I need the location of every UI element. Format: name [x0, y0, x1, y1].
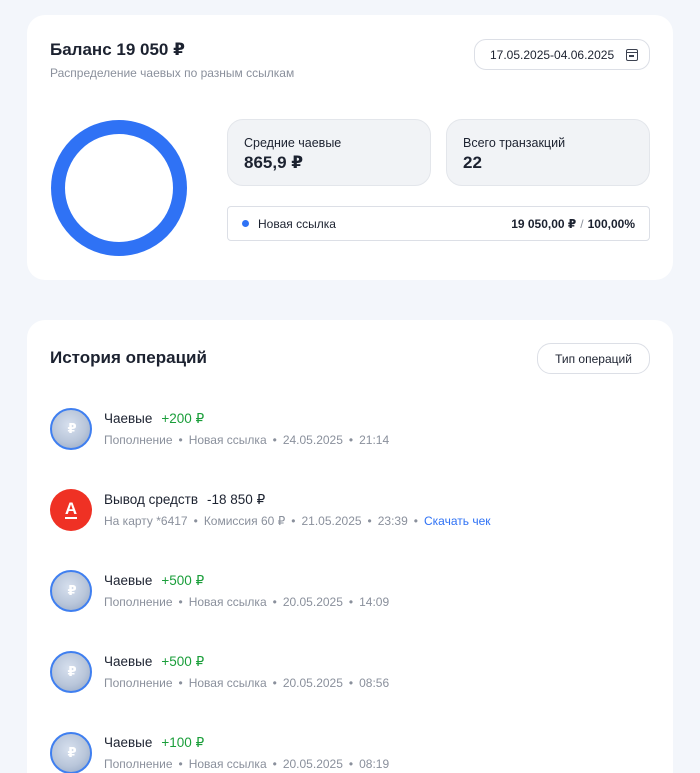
- coin-icon: ₽: [50, 651, 92, 693]
- operation-meta-item: Новая ссылка: [188, 433, 267, 447]
- operation-meta-item: 20.05.2025: [282, 595, 343, 609]
- history-card: История операций Тип операций ₽ Чаевые +20…: [27, 320, 673, 773]
- operation-meta-item: 21:14: [359, 433, 390, 447]
- coin-icon: ₽: [50, 408, 92, 450]
- bank-letter-text: А: [64, 499, 78, 519]
- meta-separator: •: [272, 595, 277, 609]
- date-range-button[interactable]: 17.05.2025-04.06.2025: [474, 39, 650, 70]
- avg-tips-label: Средние чаевые: [244, 136, 342, 150]
- operation-type: Чаевые: [104, 411, 153, 426]
- operation-amount: +500 ₽: [161, 573, 205, 588]
- meta-separator: •: [272, 676, 277, 690]
- operation-meta-item: Пополнение: [104, 757, 173, 771]
- coin-icon: ₽: [50, 570, 92, 612]
- operation-meta-item: 23:39: [377, 514, 408, 528]
- operation-type-filter-button[interactable]: Тип операций: [537, 343, 650, 374]
- operation-meta: Пополнение • Новая ссылка • 24.05.2025 • 21:14: [104, 433, 389, 447]
- operation-title: Чаевые +100 ₽: [104, 735, 204, 751]
- meta-separator: •: [178, 757, 183, 771]
- operation-row[interactable]: ₽ Чаевые +200 ₽ Пополнение • Новая ссылка • 24.…: [50, 408, 650, 452]
- operation-meta-item: Новая ссылка: [188, 757, 267, 771]
- operation-title: Чаевые +500 ₽: [104, 573, 204, 589]
- operation-row[interactable]: А Вывод средств -18 850 ₽ На карту *6417 • Ко…: [50, 489, 650, 533]
- meta-separator: •: [291, 514, 296, 528]
- operation-amount: +500 ₽: [161, 654, 205, 669]
- date-range-label: 17.05.2025-04.06.2025: [490, 47, 615, 62]
- operation-amount: -18 850 ₽: [207, 492, 266, 507]
- legend-separator: /: [580, 216, 584, 231]
- donut-segment-new-link: [51, 120, 187, 256]
- legend-name: Новая ссылка: [258, 216, 336, 231]
- operation-meta: Пополнение • Новая ссылка • 20.05.2025 • 14:09: [104, 595, 389, 609]
- operation-row[interactable]: ₽ Чаевые +500 ₽ Пополнение • Новая ссылка • 20.…: [50, 651, 650, 695]
- avg-tips-value: 865,9 ₽: [244, 153, 304, 172]
- coin-glyph: ₽: [67, 421, 77, 436]
- operation-meta-item: 20.05.2025: [282, 757, 343, 771]
- operation-meta: На карту *6417 • Комиссия 60 ₽ • 21.05.2025 •…: [104, 514, 491, 528]
- operation-type: Чаевые: [104, 735, 153, 750]
- calendar-icon: [626, 49, 638, 61]
- distribution-donut-chart: [51, 120, 187, 256]
- meta-separator: •: [413, 514, 418, 528]
- coin-glyph: ₽: [67, 583, 77, 598]
- operation-meta-item: 21.05.2025: [301, 514, 362, 528]
- operation-title: Чаевые +500 ₽: [104, 654, 204, 670]
- meta-separator: •: [178, 595, 183, 609]
- operation-meta-item: 14:09: [359, 595, 390, 609]
- operation-meta-item: Новая ссылка: [188, 595, 267, 609]
- meta-separator: •: [367, 514, 372, 528]
- coin-glyph: ₽: [67, 745, 77, 760]
- operation-meta-item: Комиссия 60 ₽: [203, 514, 286, 528]
- operation-meta-item: Пополнение: [104, 433, 173, 447]
- operation-meta-item: Пополнение: [104, 676, 173, 690]
- operation-title: Вывод средств -18 850 ₽: [104, 492, 265, 508]
- meta-separator: •: [272, 433, 277, 447]
- meta-separator: •: [348, 433, 354, 447]
- meta-separator: •: [193, 514, 198, 528]
- operation-title: Чаевые +200 ₽: [104, 411, 204, 427]
- operation-meta: Пополнение • Новая ссылка • 20.05.2025 • 08:56: [104, 676, 389, 690]
- meta-separator: •: [348, 757, 354, 771]
- legend-value: 19 050,00 ₽/100,00%: [511, 217, 635, 231]
- coin-icon: ₽: [50, 732, 92, 773]
- operation-meta: Пополнение • Новая ссылка • 20.05.2025 • 08:19: [104, 757, 389, 771]
- total-transactions-value: 22: [463, 153, 482, 172]
- operation-type: Чаевые: [104, 654, 153, 669]
- meta-separator: •: [272, 757, 277, 771]
- bank-letter: А: [50, 489, 92, 531]
- operation-meta-item: Пополнение: [104, 595, 173, 609]
- meta-separator: •: [348, 676, 354, 690]
- operation-meta-item: Новая ссылка: [188, 676, 267, 690]
- total-transactions-label: Всего транзакций: [463, 136, 566, 150]
- operation-meta-item: На карту *6417: [104, 514, 188, 528]
- coin-glyph: ₽: [67, 664, 77, 679]
- operation-type: Чаевые: [104, 573, 153, 588]
- operation-amount: +200 ₽: [161, 411, 205, 426]
- history-title: История операций: [50, 348, 207, 367]
- meta-separator: •: [178, 676, 183, 690]
- legend-amount: 19 050,00 ₽: [511, 216, 577, 231]
- operation-type: Вывод средств: [104, 492, 199, 507]
- operation-row[interactable]: ₽ Чаевые +100 ₽ Пополнение • Новая ссылка • 20.…: [50, 732, 650, 773]
- legend-row-new-link: Новая ссылка 19 050,00 ₽/100,00%: [227, 206, 650, 241]
- download-receipt-link[interactable]: Скачать чек: [424, 514, 491, 528]
- alfa-bank-icon: А: [50, 489, 92, 531]
- balance-title: Баланс 19 050 ₽: [50, 40, 185, 59]
- operation-meta-item: 20.05.2025: [282, 676, 343, 690]
- avg-tips-card: Средние чаевые 865,9 ₽: [227, 119, 431, 186]
- balance-subtitle: Распределение чаевых по разным ссылкам: [50, 66, 295, 80]
- legend-percent: 100,00%: [587, 216, 635, 231]
- operation-meta-item: 08:56: [359, 676, 390, 690]
- total-transactions-card: Всего транзакций 22: [446, 119, 650, 186]
- balance-card: Баланс 19 050 ₽ Распределение чаевых по …: [27, 15, 673, 280]
- operation-meta-item: 08:19: [359, 757, 390, 771]
- meta-separator: •: [178, 433, 183, 447]
- operation-row[interactable]: ₽ Чаевые +500 ₽ Пополнение • Новая ссылка • 20.…: [50, 570, 650, 614]
- meta-separator: •: [348, 595, 354, 609]
- operation-meta-item: 24.05.2025: [282, 433, 343, 447]
- legend-dot-icon: [242, 220, 249, 227]
- operation-amount: +100 ₽: [161, 735, 205, 750]
